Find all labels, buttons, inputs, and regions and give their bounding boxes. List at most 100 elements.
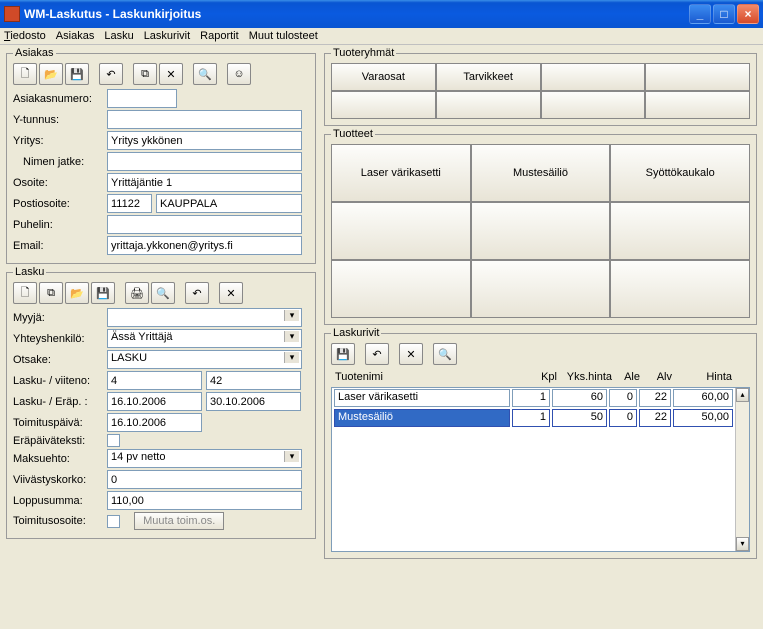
tuoteryhma-button[interactable] xyxy=(645,63,750,91)
undo-icon[interactable]: ↶ xyxy=(365,343,389,365)
laskurivit-legend: Laskurivit xyxy=(331,327,381,339)
tuoteryhma-button[interactable] xyxy=(541,91,646,119)
new-icon[interactable]: 🗋 xyxy=(13,63,37,85)
tuoteryhma-button[interactable]: Varaosat xyxy=(331,63,436,91)
cell-kpl[interactable]: 1 xyxy=(512,409,550,427)
label-yritys: Yritys: xyxy=(13,135,103,147)
cell-ale[interactable]: 0 xyxy=(609,389,637,407)
cell-yks[interactable]: 60 xyxy=(552,389,607,407)
email-field[interactable] xyxy=(107,236,302,255)
copy-icon[interactable]: ⧉ xyxy=(39,282,63,304)
erapvm-field[interactable] xyxy=(206,392,301,411)
scroll-down-icon[interactable]: ▾ xyxy=(736,537,749,551)
tuote-button[interactable] xyxy=(471,260,611,318)
maksuehto-combo[interactable]: 14 pv netto xyxy=(107,449,302,468)
undo-icon[interactable]: ↶ xyxy=(99,63,123,85)
header-kpl: Kpl xyxy=(521,369,559,385)
maximize-button[interactable]: □ xyxy=(713,4,735,24)
laskuno-field[interactable] xyxy=(107,371,202,390)
kaupunki-field[interactable] xyxy=(156,194,302,213)
search-icon[interactable]: 🔍 xyxy=(193,63,217,85)
cell-hinta[interactable]: 50,00 xyxy=(673,409,733,427)
tuoteryhma-button[interactable] xyxy=(541,63,646,91)
tuoteryhma-button[interactable] xyxy=(645,91,750,119)
yritys-field[interactable] xyxy=(107,131,302,150)
label-myyja: Myyjä: xyxy=(13,312,103,324)
close-button[interactable]: × xyxy=(737,4,759,24)
loppusumma-field[interactable] xyxy=(107,491,302,510)
save-icon[interactable]: 💾 xyxy=(331,343,355,365)
tuote-button[interactable]: Laser värikasetti xyxy=(331,144,471,202)
nimenjatke-field[interactable] xyxy=(107,152,302,171)
ytunnus-field[interactable] xyxy=(107,110,302,129)
osoite-field[interactable] xyxy=(107,173,302,192)
save-icon[interactable]: 💾 xyxy=(91,282,115,304)
cell-alv[interactable]: 22 xyxy=(639,389,671,407)
table-row[interactable]: Laser värikasetti16002260,00 xyxy=(332,388,735,408)
table-row[interactable]: Mustesäiliö15002250,00 xyxy=(332,408,735,428)
myyja-combo[interactable] xyxy=(107,308,302,327)
preview-icon[interactable]: 🔍 xyxy=(151,282,175,304)
cell-name[interactable]: Mustesäiliö xyxy=(334,409,510,427)
toimitusosoite-checkbox[interactable] xyxy=(107,515,120,528)
tuoteryhma-button[interactable] xyxy=(331,91,436,119)
scrollbar[interactable]: ▴ ▾ xyxy=(735,388,749,551)
menu-lasku[interactable]: Lasku xyxy=(104,30,133,42)
tuoteryhma-button[interactable] xyxy=(436,91,541,119)
otsake-combo[interactable]: LASKU xyxy=(107,350,302,369)
delete-icon[interactable]: ✕ xyxy=(159,63,183,85)
undo-icon[interactable]: ↶ xyxy=(185,282,209,304)
label-puhelin: Puhelin: xyxy=(13,219,103,231)
cell-name[interactable]: Laser värikasetti xyxy=(334,389,510,407)
yhteys-combo[interactable]: Ässä Yrittäjä xyxy=(107,329,302,348)
save-icon[interactable]: 💾 xyxy=(65,63,89,85)
tuote-button[interactable] xyxy=(471,202,611,260)
asiakas-legend: Asiakas xyxy=(13,47,56,59)
postinum-field[interactable] xyxy=(107,194,152,213)
cell-hinta[interactable]: 60,00 xyxy=(673,389,733,407)
cell-alv[interactable]: 22 xyxy=(639,409,671,427)
menu-laskurivit[interactable]: Laskurivit xyxy=(144,30,190,42)
erapaivatext-checkbox[interactable] xyxy=(107,434,120,447)
viivastyskorko-field[interactable] xyxy=(107,470,302,489)
open-icon[interactable]: 📂 xyxy=(39,63,63,85)
label-osoite: Osoite: xyxy=(13,177,103,189)
tuote-button[interactable] xyxy=(331,202,471,260)
menu-raportit[interactable]: Raportit xyxy=(200,30,239,42)
laskurivit-toolbar: 💾 ↶ ✕ 🔍 xyxy=(331,343,750,365)
scroll-up-icon[interactable]: ▴ xyxy=(736,388,749,402)
cell-ale[interactable]: 0 xyxy=(609,409,637,427)
label-viivastyskorko: Viivästyskorko: xyxy=(13,474,103,486)
copy-icon[interactable]: ⧉ xyxy=(133,63,157,85)
menu-asiakas[interactable]: Asiakas xyxy=(56,30,95,42)
cell-kpl[interactable]: 1 xyxy=(512,389,550,407)
tuote-button[interactable] xyxy=(331,260,471,318)
puhelin-field[interactable] xyxy=(107,215,302,234)
invoice-grid[interactable]: Laser värikasetti16002260,00Mustesäiliö1… xyxy=(331,387,750,552)
search-icon[interactable]: 🔍 xyxy=(433,343,457,365)
tuote-button[interactable] xyxy=(610,202,750,260)
muuta-toim-button[interactable]: Muuta toim.os. xyxy=(134,512,224,530)
print-icon[interactable]: 🖨 xyxy=(125,282,149,304)
smiley-icon[interactable]: ☺ xyxy=(227,63,251,85)
viiteno-field[interactable] xyxy=(206,371,301,390)
new-icon[interactable]: 🗋 xyxy=(13,282,37,304)
minimize-button[interactable]: _ xyxy=(689,4,711,24)
cell-yks[interactable]: 50 xyxy=(552,409,607,427)
tuoteryhma-button[interactable]: Tarvikkeet xyxy=(436,63,541,91)
label-loppusumma: Loppusumma: xyxy=(13,495,103,507)
laskurivit-group: Laskurivit 💾 ↶ ✕ 🔍 Tuotenimi Kpl Yks.hin… xyxy=(324,327,757,559)
tuote-button[interactable]: Syöttökaukalo xyxy=(610,144,750,202)
toimituspvm-field[interactable] xyxy=(107,413,202,432)
tuote-button[interactable] xyxy=(610,260,750,318)
delete-icon[interactable]: ✕ xyxy=(219,282,243,304)
open-icon[interactable]: 📂 xyxy=(65,282,89,304)
menu-tiedosto[interactable]: Tiedosto xyxy=(4,30,46,42)
laskupvm-field[interactable] xyxy=(107,392,202,411)
delete-icon[interactable]: ✕ xyxy=(399,343,423,365)
tuote-button[interactable]: Mustesäiliö xyxy=(471,144,611,202)
header-yks: Yks.hinta xyxy=(559,369,614,385)
asiakasnumero-field[interactable] xyxy=(107,89,177,108)
menu-muut[interactable]: Muut tulosteet xyxy=(249,30,318,42)
menubar: Tiedosto Asiakas Lasku Laskurivit Raport… xyxy=(0,28,763,45)
